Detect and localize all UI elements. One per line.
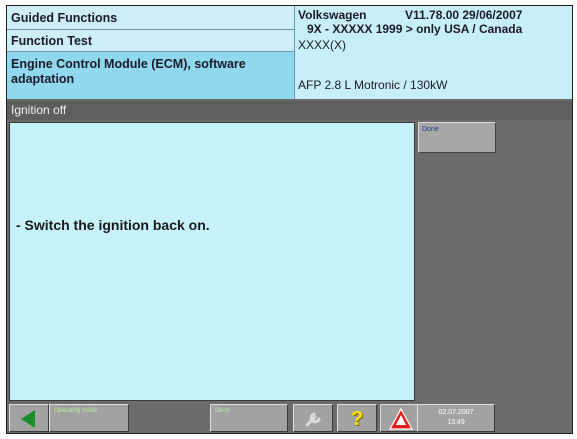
warning-icon	[389, 408, 413, 430]
tools-button[interactable]	[293, 404, 333, 432]
vehicle-info-panel: Volkswagen V11.78.00 29/06/2007 9X - XXX…	[294, 6, 572, 99]
warning-button[interactable]	[380, 404, 420, 432]
software-version: V11.78.00 29/06/2007	[405, 8, 523, 22]
time-text: 13:49	[447, 419, 465, 426]
instruction-panel: - Switch the ignition back on.	[9, 122, 415, 401]
selected-function-label[interactable]: Engine Control Module (ECM), software ad…	[7, 52, 294, 99]
date-text: 02.07.2007	[438, 409, 474, 416]
back-arrow-icon	[21, 410, 35, 428]
model-range: 9X - XXXXX 1999 > only USA / Canada	[307, 22, 523, 36]
side-panel: Done	[417, 122, 572, 401]
engine-info: AFP 2.8 L Motronic / 130kW	[298, 78, 448, 92]
vehicle-brand: Volkswagen	[298, 8, 367, 22]
wrench-icon	[305, 412, 321, 427]
operating-mode-button[interactable]: Operating mode	[49, 404, 129, 432]
done-button[interactable]: Done	[418, 122, 496, 153]
back-button[interactable]	[9, 404, 49, 432]
app-window: Guided Functions Function Test Engine Co…	[6, 5, 573, 434]
instruction-text: - Switch the ignition back on.	[16, 217, 210, 233]
function-test-link[interactable]: Function Test	[7, 30, 294, 52]
goto-button[interactable]: Go to	[210, 404, 288, 432]
step-title: Ignition off	[7, 101, 572, 120]
guided-functions-link[interactable]: Guided Functions	[7, 6, 294, 30]
bottom-toolbar: Operating mode Go to ? 02.07.2007 13:49	[7, 402, 572, 433]
help-button[interactable]: ?	[337, 404, 377, 432]
date-time-display: 02.07.2007 13:49	[417, 404, 495, 432]
navigation-header: Guided Functions Function Test Engine Co…	[7, 6, 294, 99]
help-icon: ?	[351, 408, 364, 430]
model-code: XXXX(X)	[298, 38, 347, 52]
